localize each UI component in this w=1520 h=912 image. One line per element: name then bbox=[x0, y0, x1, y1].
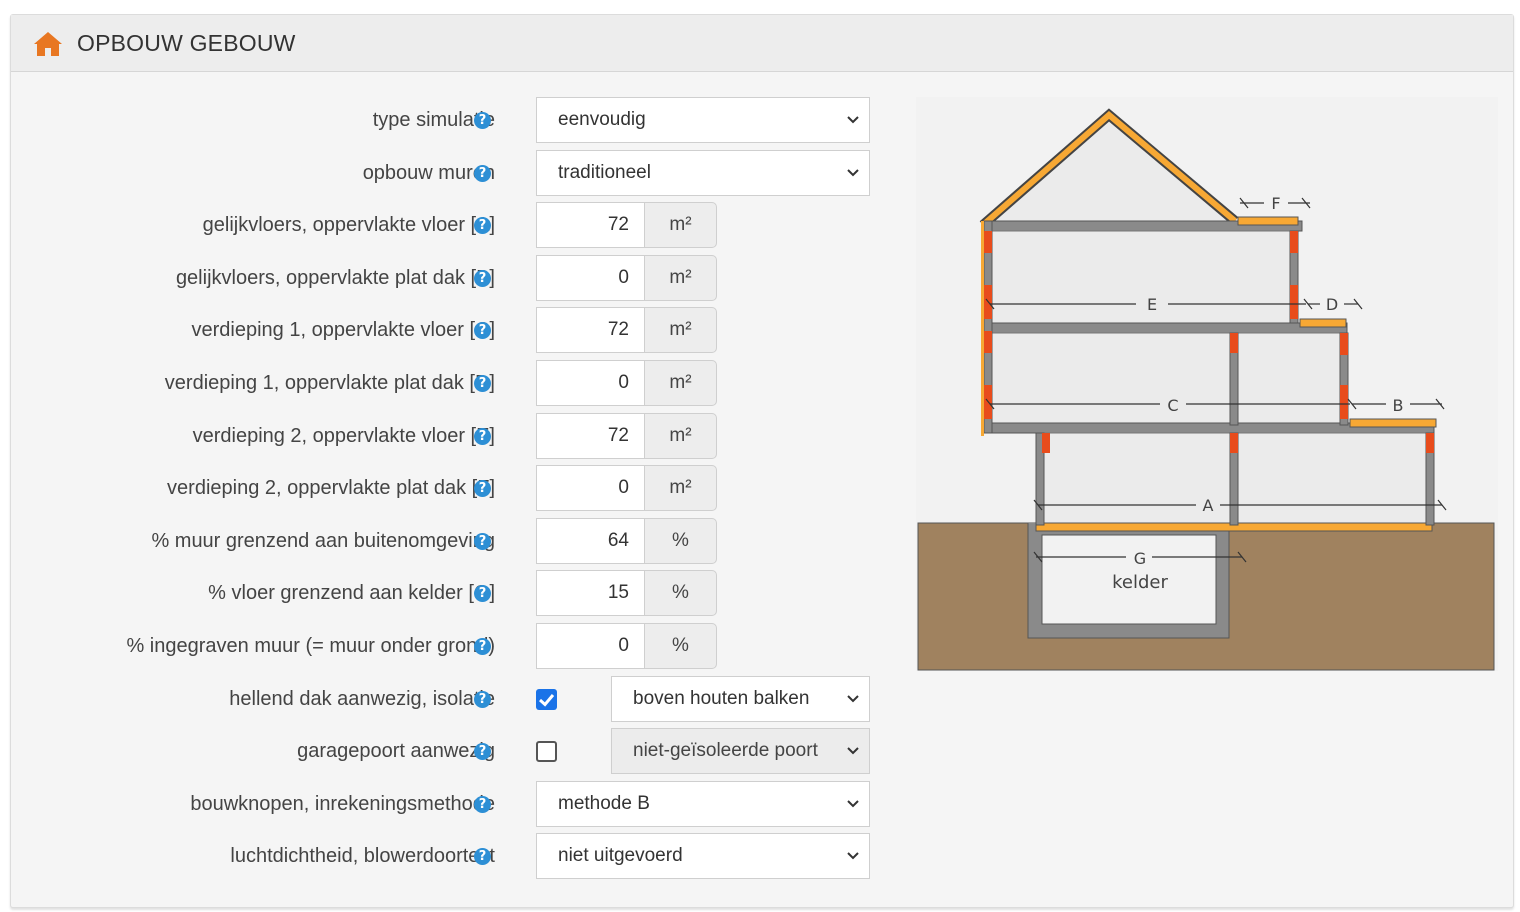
opbouw-gebouw-panel: OPBOUW GEBOUW type simulatie? eenvoudig op… bbox=[10, 14, 1514, 908]
diagram-label-a: A bbox=[1203, 496, 1214, 515]
diagram-label-f: F bbox=[1271, 194, 1280, 213]
field-row-hellend-dak: hellend dak aanwezig, isolatie? boven hou… bbox=[11, 676, 891, 722]
field-label: luchtdichtheid, blowerdoortest bbox=[230, 845, 495, 867]
field-label: gelijkvloers, oppervlakte vloer [A] bbox=[202, 214, 495, 236]
field-row-gelijkvloers-plat-dak-b: gelijkvloers, oppervlakte plat dak [B]? 0… bbox=[11, 255, 891, 301]
chevron-down-icon bbox=[847, 169, 859, 177]
vloer-kelder-g-input[interactable]: 15 bbox=[536, 570, 645, 616]
bouwknopen-select[interactable]: methode B bbox=[536, 781, 870, 827]
help-icon[interactable]: ? bbox=[474, 796, 491, 813]
field-label: verdieping 2, oppervlakte plat dak [F] bbox=[167, 477, 495, 499]
diagram-label-d: D bbox=[1326, 295, 1338, 314]
help-icon[interactable]: ? bbox=[474, 533, 491, 550]
gelijkvloers-vloer-a-input[interactable]: 72 bbox=[536, 202, 645, 248]
home-icon bbox=[34, 32, 62, 56]
help-icon[interactable]: ? bbox=[474, 270, 491, 287]
selected-value: traditioneel bbox=[558, 162, 651, 183]
field-row-luchtdichtheid: luchtdichtheid, blowerdoortest? niet uitg… bbox=[11, 833, 891, 879]
help-icon[interactable]: ? bbox=[474, 217, 491, 234]
field-row-opbouw-muren: opbouw muren? traditioneel bbox=[11, 150, 891, 196]
chevron-down-icon bbox=[847, 852, 859, 860]
help-icon[interactable]: ? bbox=[474, 585, 491, 602]
selected-value: niet uitgevoerd bbox=[558, 845, 683, 866]
verdieping2-plat-dak-f-input[interactable]: 0 bbox=[536, 465, 645, 511]
chevron-down-icon bbox=[847, 116, 859, 124]
checkmark-icon bbox=[538, 694, 555, 707]
unit-addon: % bbox=[644, 518, 717, 564]
help-icon[interactable]: ? bbox=[474, 638, 491, 655]
help-icon[interactable]: ? bbox=[474, 480, 491, 497]
field-row-verdieping1-vloer-c: verdieping 1, oppervlakte vloer [C]? 72 m² bbox=[11, 307, 891, 353]
type-simulatie-select[interactable]: eenvoudig bbox=[536, 97, 870, 143]
selected-value: eenvoudig bbox=[558, 109, 646, 130]
opbouw-muren-select[interactable]: traditioneel bbox=[536, 150, 870, 196]
field-label: gelijkvloers, oppervlakte plat dak [B] bbox=[175, 267, 495, 289]
field-row-garagepoort: garagepoort aanwezig? niet-geïsoleerde po… bbox=[11, 728, 891, 774]
field-label: % vloer grenzend aan kelder [G] bbox=[208, 582, 495, 604]
field-row-gelijkvloers-vloer-a: gelijkvloers, oppervlakte vloer [A]? 72 m² bbox=[11, 202, 891, 248]
selected-value: niet-geïsoleerde poort bbox=[633, 740, 818, 761]
field-label: hellend dak aanwezig, isolatie bbox=[229, 688, 495, 710]
field-row-ingegraven-muur: % ingegraven muur (= muur onder grond)? 0… bbox=[11, 623, 891, 669]
luchtdichtheid-select[interactable]: niet uitgevoerd bbox=[536, 833, 870, 879]
gelijkvloers-plat-dak-b-input[interactable]: 0 bbox=[536, 255, 645, 301]
help-icon[interactable]: ? bbox=[474, 848, 491, 865]
selected-value: methode B bbox=[558, 793, 650, 814]
help-icon[interactable]: ? bbox=[474, 112, 491, 129]
ingegraven-muur-input[interactable]: 0 bbox=[536, 623, 645, 669]
field-row-bouwknopen: bouwknopen, inrekeningsmethode? methode B bbox=[11, 781, 891, 827]
help-icon[interactable]: ? bbox=[474, 691, 491, 708]
field-row-verdieping2-vloer-e: verdieping 2, oppervlakte vloer [E]? 72 m² bbox=[11, 413, 891, 459]
chevron-down-icon bbox=[847, 695, 859, 703]
unit-addon: m² bbox=[644, 413, 717, 459]
field-row-muur-buitenomgeving: % muur grenzend aan buitenomgeving? 64% bbox=[11, 518, 891, 564]
help-icon[interactable]: ? bbox=[474, 165, 491, 182]
unit-addon: m² bbox=[644, 255, 717, 301]
unit-addon: m² bbox=[644, 360, 717, 406]
help-icon[interactable]: ? bbox=[474, 743, 491, 760]
unit-addon: m² bbox=[644, 465, 717, 511]
hellend-dak-checkbox[interactable] bbox=[536, 689, 557, 710]
help-icon[interactable]: ? bbox=[474, 428, 491, 445]
selected-value: boven houten balken bbox=[633, 688, 810, 709]
field-label: verdieping 1, oppervlakte vloer [C] bbox=[191, 319, 496, 341]
building-cross-section-diagram: E D C B A F G kelder bbox=[916, 97, 1498, 671]
field-row-verdieping2-plat-dak-f: verdieping 2, oppervlakte plat dak [F]? 0… bbox=[11, 465, 891, 511]
panel-header: OPBOUW GEBOUW bbox=[11, 15, 1513, 72]
diagram-label-g: G bbox=[1134, 549, 1146, 568]
help-icon[interactable]: ? bbox=[474, 322, 491, 339]
diagram-label-b: B bbox=[1393, 396, 1404, 415]
panel-title: OPBOUW GEBOUW bbox=[77, 30, 296, 56]
field-label: % muur grenzend aan buitenomgeving bbox=[151, 530, 495, 552]
field-row-verdieping1-plat-dak-d: verdieping 1, oppervlakte plat dak [D]? 0… bbox=[11, 360, 891, 406]
chevron-down-icon bbox=[847, 800, 859, 808]
help-icon[interactable]: ? bbox=[474, 375, 491, 392]
unit-addon: % bbox=[644, 570, 717, 616]
diagram-label-c: C bbox=[1167, 396, 1178, 415]
field-row-type-simulatie: type simulatie? eenvoudig bbox=[11, 97, 891, 143]
verdieping1-vloer-c-input[interactable]: 72 bbox=[536, 307, 645, 353]
garagepoort-select[interactable]: niet-geïsoleerde poort bbox=[611, 728, 870, 774]
chevron-down-icon bbox=[847, 747, 859, 755]
verdieping2-vloer-e-input[interactable]: 72 bbox=[536, 413, 645, 459]
muur-buitenomgeving-input[interactable]: 64 bbox=[536, 518, 645, 564]
diagram-label-e: E bbox=[1147, 295, 1157, 314]
verdieping1-plat-dak-d-input[interactable]: 0 bbox=[536, 360, 645, 406]
field-label: % ingegraven muur (= muur onder grond) bbox=[126, 635, 495, 657]
field-label: bouwknopen, inrekeningsmethode bbox=[190, 793, 495, 815]
hellend-dak-select[interactable]: boven houten balken bbox=[611, 676, 870, 722]
unit-addon: % bbox=[644, 623, 717, 669]
unit-addon: m² bbox=[644, 307, 717, 353]
field-label: verdieping 2, oppervlakte vloer [E] bbox=[192, 425, 495, 447]
garagepoort-checkbox[interactable] bbox=[536, 741, 557, 762]
field-row-vloer-kelder-g: % vloer grenzend aan kelder [G]? 15% bbox=[11, 570, 891, 616]
field-label: garagepoort aanwezig bbox=[297, 740, 495, 762]
unit-addon: m² bbox=[644, 202, 717, 248]
diagram-label-kelder: kelder bbox=[1112, 572, 1168, 593]
field-label: verdieping 1, oppervlakte plat dak [D] bbox=[164, 372, 495, 394]
